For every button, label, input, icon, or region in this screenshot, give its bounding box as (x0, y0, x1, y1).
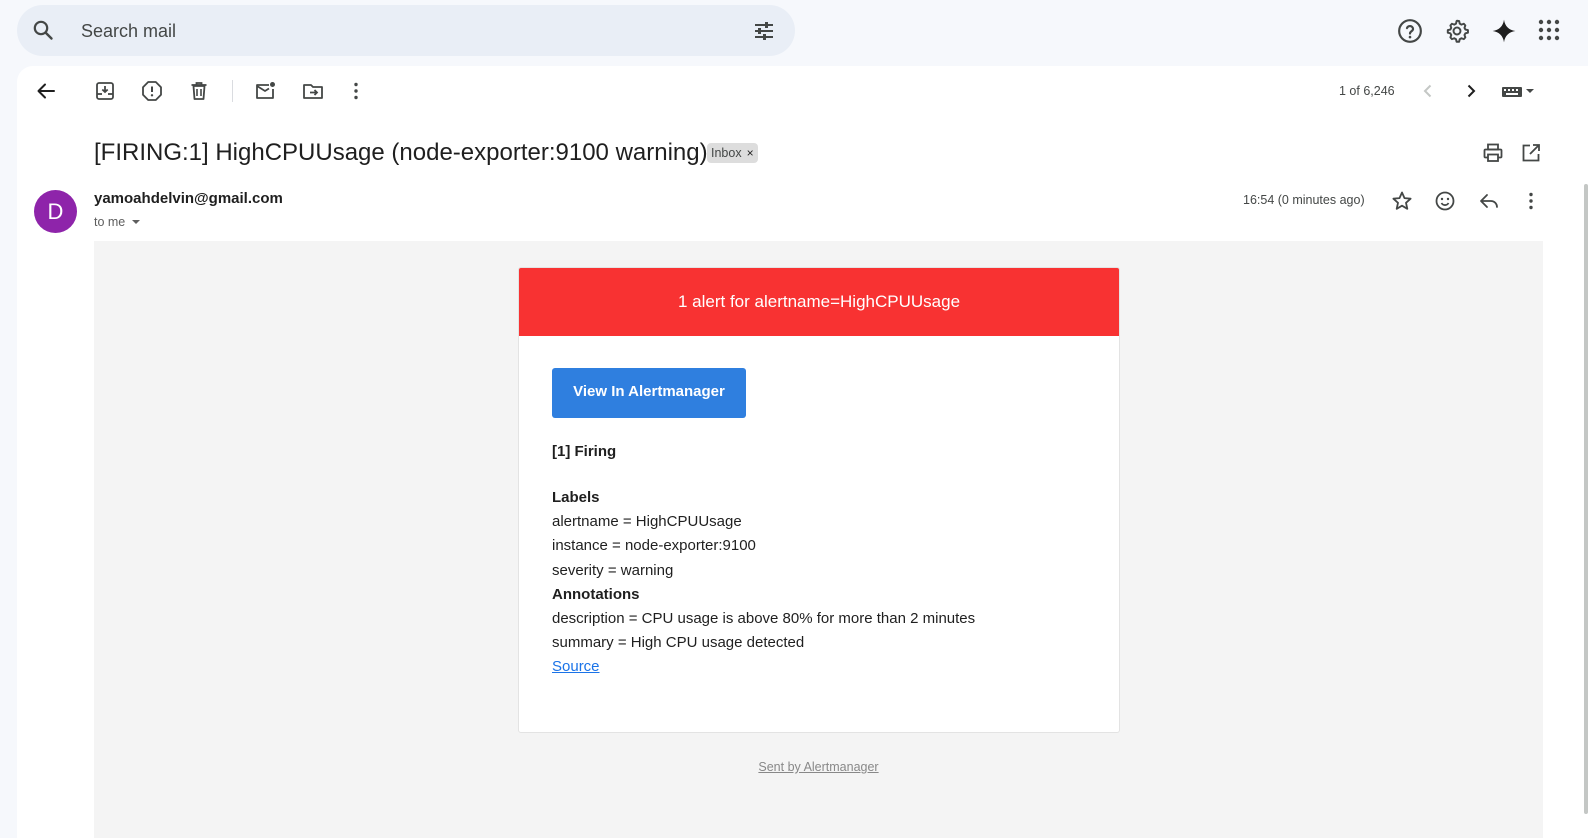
toolbar-divider (232, 80, 233, 102)
prev-icon[interactable] (1416, 79, 1440, 103)
more-icon[interactable] (344, 79, 368, 103)
annotation-line: description = CPU usage is above 80% for… (552, 610, 976, 628)
apps-icon[interactable] (1537, 18, 1561, 42)
delete-icon[interactable] (187, 79, 211, 103)
pager-count: 1 of 6,246 (1339, 84, 1395, 98)
keyboard-icon[interactable] (1500, 79, 1540, 103)
next-icon[interactable] (1459, 79, 1483, 103)
archive-icon[interactable] (93, 79, 117, 103)
label-line: instance = node-exporter:9100 (552, 537, 756, 555)
label-text: Inbox (711, 146, 742, 160)
view-in-alertmanager-button[interactable]: View In Alertmanager (552, 368, 746, 418)
move-to-icon[interactable] (301, 79, 325, 103)
open-new-window-icon[interactable] (1519, 141, 1543, 165)
recipient-details[interactable]: to me (94, 215, 141, 229)
scrollbar[interactable] (1584, 184, 1588, 814)
sent-by-link[interactable]: Sent by Alertmanager (758, 760, 878, 774)
gemini-icon[interactable] (1491, 18, 1517, 44)
search-input[interactable]: Search mail (81, 20, 176, 42)
settings-icon[interactable] (1444, 18, 1470, 44)
message-panel: 1 of 6,246 [FIRING:1] HighCPUUsage (node… (17, 66, 1588, 838)
labels-heading: Labels (552, 489, 600, 506)
recipient-text: to me (94, 215, 126, 229)
report-spam-icon[interactable] (140, 79, 164, 103)
alert-card: 1 alert for alertname=HighCPUUsage View … (518, 267, 1120, 733)
print-icon[interactable] (1481, 141, 1505, 165)
search-bar[interactable]: Search mail (17, 5, 795, 56)
sender-email[interactable]: yamoahdelvin@gmail.com (94, 190, 283, 207)
source-link[interactable]: Source (552, 658, 600, 675)
chevron-down-icon[interactable] (131, 217, 141, 227)
firing-count: [1] Firing (552, 443, 617, 460)
tune-icon[interactable] (752, 19, 776, 43)
remove-label-icon[interactable]: × (747, 143, 754, 163)
email-timestamp: 16:54 (0 minutes ago) (1243, 193, 1365, 207)
mark-unread-icon[interactable] (253, 79, 277, 103)
help-icon[interactable] (1397, 18, 1423, 44)
label-line: alertname = HighCPUUsage (552, 513, 742, 531)
email-body: 1 alert for alertname=HighCPUUsage View … (94, 241, 1543, 838)
star-icon[interactable] (1390, 189, 1414, 213)
annotation-line: summary = High CPU usage detected (552, 634, 805, 652)
alert-header: 1 alert for alertname=HighCPUUsage (519, 268, 1119, 336)
reply-icon[interactable] (1477, 189, 1501, 213)
label-line: severity = warning (552, 561, 674, 579)
top-bar: Search mail (0, 0, 1588, 62)
inbox-label-chip[interactable]: Inbox × (707, 143, 758, 163)
email-subject: [FIRING:1] HighCPUUsage (node-exporter:9… (94, 139, 708, 166)
message-more-icon[interactable] (1519, 189, 1543, 213)
search-icon[interactable] (31, 18, 55, 42)
annotations-heading: Annotations (552, 585, 640, 603)
footer: Sent by Alertmanager (94, 760, 1543, 774)
emoji-icon[interactable] (1433, 189, 1457, 213)
back-icon[interactable] (34, 79, 58, 103)
avatar[interactable]: D (34, 190, 77, 233)
